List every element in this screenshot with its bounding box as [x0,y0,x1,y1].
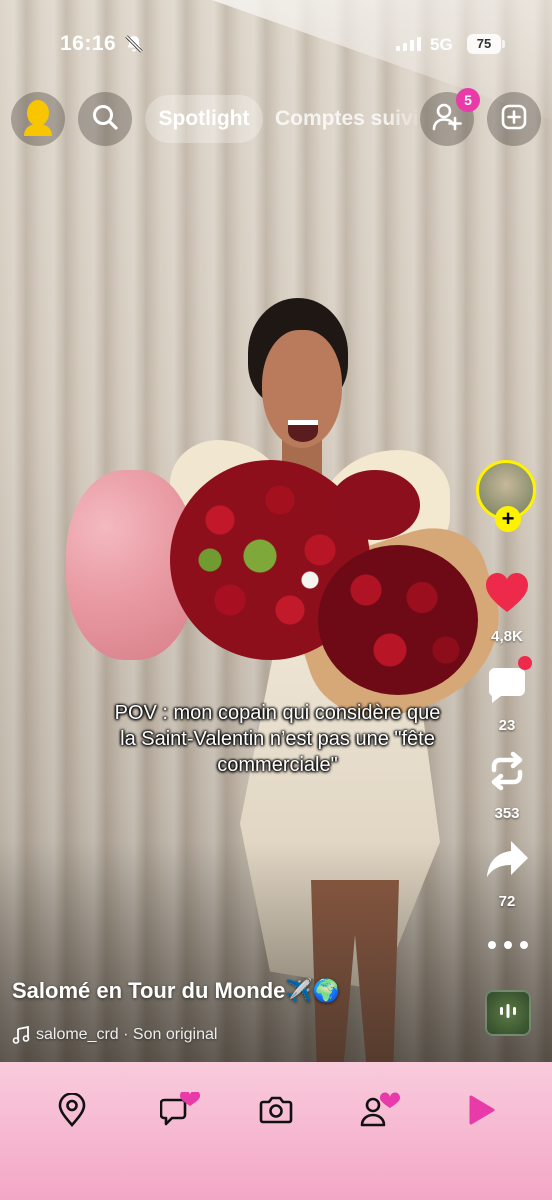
stories-icon [359,1091,401,1133]
remix-count: 353 [494,805,520,822]
nav-stories[interactable] [356,1088,404,1136]
search-icon [91,103,119,136]
share-count: 72 [498,893,516,910]
battery-tip [502,40,505,48]
tab-spotlight[interactable]: Spotlight [145,95,263,143]
friend-requests-badge: 5 [456,88,480,112]
follow-button[interactable]: + [495,506,521,532]
remix-icon [486,750,528,797]
create-button[interactable] [487,92,541,146]
music-note-icon [12,1026,30,1044]
remix-button[interactable] [482,748,532,798]
spotlight-screen: 16:16 5G 75 Spotlight Comptes suivis 5 +… [0,0,552,1200]
signal-icon [396,37,422,51]
comment-count: 23 [498,717,516,734]
battery-icon: 75 [467,34,501,54]
bell-off-icon [124,34,144,54]
tab-following[interactable]: Comptes suivis [275,95,425,143]
video-person-mouth [288,420,318,442]
top-nav: Spotlight Comptes suivis 5 [0,88,552,148]
nav-map[interactable] [48,1088,96,1136]
sound-row[interactable]: salome_crd · Son original [12,1024,217,1046]
heart-icon [484,572,530,619]
caption-line-3: commerciale" [217,754,338,776]
sound-thumbnail[interactable] [485,990,531,1036]
bitmoji-icon [21,98,55,141]
comment-icon [487,665,527,710]
caption-line-2: la Saint-Valentin n’est pas une "fête [120,728,435,750]
creator-name[interactable]: Salomé en Tour du Monde✈️🌍 [12,978,340,1004]
share-icon [485,839,529,884]
like-count: 4,8K [491,628,523,645]
map-icon [57,1091,87,1132]
bottom-nav [0,1062,552,1200]
chat-icon [159,1089,201,1133]
comment-notification-dot [518,656,532,670]
search-button[interactable] [78,92,132,146]
like-button[interactable] [482,570,532,620]
share-button[interactable] [482,836,532,886]
sound-wave-icon [498,1002,518,1025]
camera-icon [259,1095,293,1130]
sound-label: salome_crd · Son original [36,1026,218,1043]
nav-chat[interactable] [156,1088,204,1136]
nav-spotlight[interactable] [456,1088,504,1136]
network-type: 5G [430,35,453,54]
spotlight-icon [464,1094,496,1131]
bouquet-red-roses-top [330,470,420,540]
status-time: 16:16 [60,32,117,55]
bouquet-red-roses-right [318,545,478,695]
nav-camera[interactable] [252,1088,300,1136]
more-icon[interactable] [488,932,528,958]
profile-button[interactable] [11,92,65,146]
video-caption: POV : mon copain qui considère que la Sa… [80,700,475,778]
video-player[interactable] [0,0,552,1062]
status-bar: 16:16 5G 75 [0,0,552,88]
create-icon [500,103,528,136]
caption-line-1: POV : mon copain qui considère que [114,702,441,724]
